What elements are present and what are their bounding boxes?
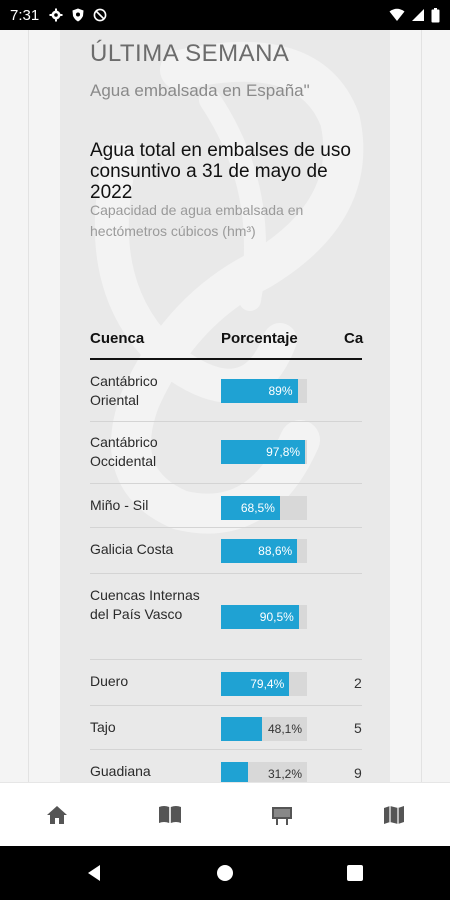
- no-data-icon: [93, 8, 107, 22]
- percentage-label: 89%: [268, 384, 293, 398]
- row-cuenca-name: Tajo: [90, 719, 116, 735]
- percentage-bar: 88,6%: [221, 539, 307, 563]
- wifi-icon: [389, 8, 405, 21]
- row-cuenca-name: Duero: [90, 673, 129, 689]
- chart-caption: Capacidad de agua embalsada en hectómetr…: [90, 202, 304, 239]
- book-icon[interactable]: [158, 803, 182, 827]
- row-capacity: 5: [354, 720, 362, 736]
- percentage-bar: 89%: [221, 379, 307, 403]
- back-icon[interactable]: [85, 863, 105, 883]
- table-row: Duero 79,4% 2: [90, 660, 362, 706]
- shield-icon: [72, 8, 84, 22]
- percentage-label: 79,4%: [250, 677, 285, 691]
- header-cuenca: Cuenca: [90, 330, 145, 347]
- recents-icon[interactable]: [345, 863, 365, 883]
- row-cuenca-name: Cuencas Internas del País Vasco: [90, 587, 200, 622]
- percentage-label: 68,5%: [240, 501, 275, 515]
- map-icon[interactable]: [382, 803, 406, 827]
- section-subtitle: Agua embalsada en España": [90, 81, 310, 100]
- percentage-bar: 90,5%: [221, 605, 307, 629]
- percentage-label: 90,5%: [259, 610, 294, 624]
- percentage-label: 88,6%: [258, 544, 293, 558]
- percentage-bar: 68,5%: [221, 496, 307, 520]
- table-row: Galicia Costa 88,6%: [90, 528, 362, 574]
- table-row: Cantábrico Oriental 89%: [90, 360, 362, 422]
- row-cuenca-name: Galicia Costa: [90, 541, 174, 557]
- page-edge-right: [421, 30, 422, 782]
- status-bar: 7:31: [0, 0, 450, 30]
- signal-icon: [412, 9, 424, 21]
- percentage-label: 97,8%: [266, 445, 301, 459]
- table-row: Guadiana 31,2% 9: [90, 750, 362, 782]
- bottom-navigation: [0, 782, 450, 846]
- home-circle-icon[interactable]: [215, 863, 235, 883]
- data-card: ÚLTIMA SEMANA Agua embalsada en España" …: [60, 30, 390, 782]
- gear-icon: [49, 8, 63, 22]
- row-cuenca-name: Cantábrico Occidental: [90, 434, 158, 469]
- battery-icon: [431, 7, 440, 22]
- table-row: Cantábrico Occidental 97,8%: [90, 422, 362, 484]
- row-cuenca-name: Guadiana: [90, 763, 151, 779]
- page-edge-left: [28, 30, 29, 782]
- home-icon[interactable]: [45, 803, 69, 827]
- billboard-icon[interactable]: [270, 803, 294, 827]
- percentage-bar: 31,2%: [221, 762, 307, 782]
- main-content[interactable]: ÚLTIMA SEMANA Agua embalsada en España" …: [0, 30, 450, 782]
- table-row: Miño - Sil 68,5%: [90, 484, 362, 528]
- chart-heading: Agua total en embalses de uso consuntivo…: [90, 140, 351, 203]
- header-porcentaje: Porcentaje: [221, 330, 298, 347]
- row-cuenca-name: Miño - Sil: [90, 497, 149, 513]
- percentage-bar: 97,8%: [221, 440, 307, 464]
- percentage-bar: 79,4%: [221, 672, 307, 696]
- percentage-bar: 48,1%: [221, 717, 307, 741]
- percentage-label: 31,2%: [267, 767, 302, 781]
- row-cuenca-name: Cantábrico Oriental: [90, 373, 158, 408]
- system-navigation-bar: [0, 846, 450, 900]
- section-title: ÚLTIMA SEMANA: [90, 40, 290, 67]
- table-row: Tajo 48,1% 5: [90, 706, 362, 750]
- status-time: 7:31: [10, 6, 40, 24]
- row-capacity: 9: [354, 765, 362, 781]
- header-capacidad: Ca: [344, 330, 364, 347]
- percentage-label: 48,1%: [267, 722, 302, 736]
- status-right-icons: [389, 7, 440, 23]
- table-row: Cuencas Internas del País Vasco 90,5%: [90, 574, 362, 660]
- row-capacity: 2: [354, 675, 362, 691]
- table-header: Cuenca Porcentaje Ca: [90, 326, 364, 360]
